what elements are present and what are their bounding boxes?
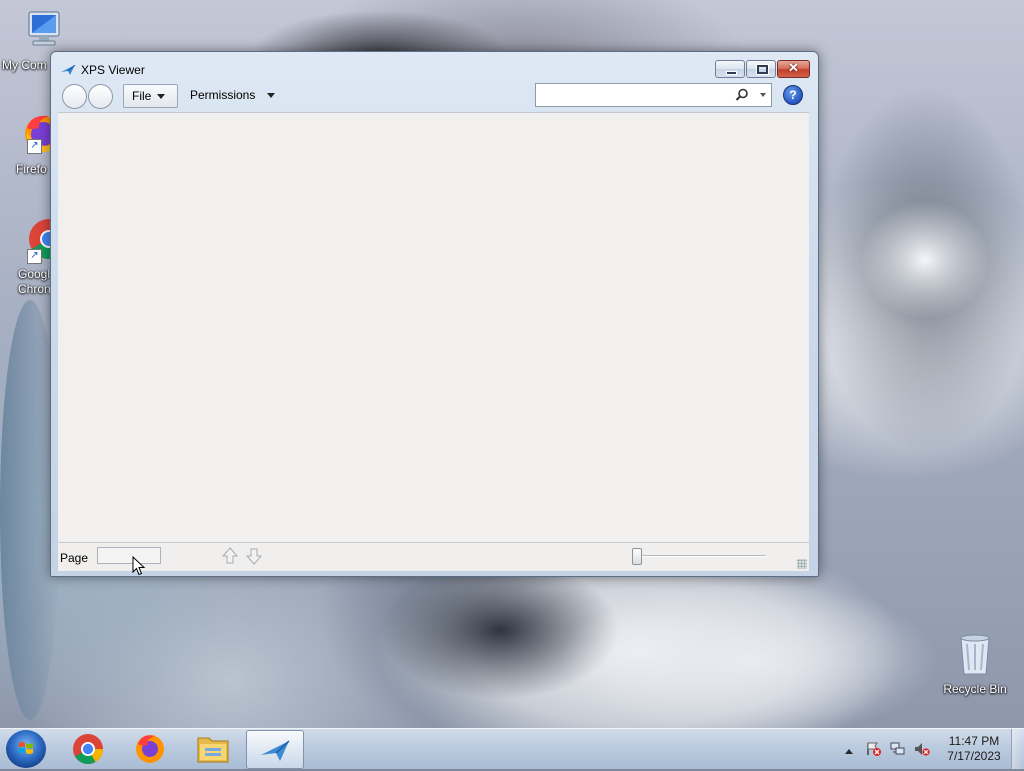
desktop-icon-label: Chron xyxy=(18,282,51,296)
desktop-icon-label: My Com xyxy=(2,58,47,72)
permissions-menu-button[interactable]: Permissions xyxy=(182,84,283,106)
maximize-icon xyxy=(756,64,769,75)
taskbar-chrome-button[interactable] xyxy=(60,730,116,767)
close-button[interactable]: ✕ xyxy=(777,60,810,78)
desktop-icon-label: Firefo xyxy=(16,162,47,176)
file-menu-button[interactable]: File xyxy=(123,84,178,108)
forward-button[interactable] xyxy=(88,84,113,109)
toolbar: File Permissions ? xyxy=(58,82,809,110)
xps-viewer-icon xyxy=(61,64,77,78)
xps-viewer-window[interactable]: XPS Viewer ✕ File Permissions ? Page xyxy=(50,51,819,577)
show-hidden-icons-icon[interactable] xyxy=(844,744,860,758)
computer-icon xyxy=(15,8,63,56)
mouse-cursor-icon xyxy=(132,556,146,576)
previous-page-button[interactable] xyxy=(221,546,239,566)
resize-grip[interactable] xyxy=(797,559,807,569)
clock-date: 7/17/2023 xyxy=(947,749,1001,763)
search-box[interactable] xyxy=(535,83,772,107)
search-icon[interactable] xyxy=(735,88,749,102)
network-icon[interactable] xyxy=(890,742,906,756)
chevron-down-icon xyxy=(157,94,166,100)
recycle-bin-icon xyxy=(951,630,999,678)
taskbar-explorer-button[interactable] xyxy=(185,730,241,767)
arrow-up-icon xyxy=(221,547,239,564)
desktop-icon-recycle-bin[interactable]: Recycle Bin xyxy=(940,630,1010,696)
window-title: XPS Viewer xyxy=(81,63,145,77)
chevron-down-icon xyxy=(267,93,276,99)
arrow-down-icon xyxy=(245,548,263,565)
taskbar-clock[interactable]: 11:47 PM 7/17/2023 xyxy=(944,734,1004,764)
start-button[interactable] xyxy=(6,730,46,768)
clock-time: 11:47 PM xyxy=(948,734,1000,748)
permissions-menu-label: Permissions xyxy=(190,88,256,102)
caption-buttons: ✕ xyxy=(714,60,810,78)
status-bar: Page xyxy=(58,542,809,571)
close-icon: ✕ xyxy=(788,60,799,75)
chrome-icon xyxy=(73,734,103,765)
firefox-icon xyxy=(136,735,164,763)
show-desktop-button[interactable] xyxy=(1011,729,1024,769)
page-number-input[interactable] xyxy=(97,547,161,564)
desktop-icon-label: Googl xyxy=(18,267,51,281)
file-explorer-icon xyxy=(197,737,229,763)
taskbar-firefox-button[interactable] xyxy=(122,730,178,767)
search-input[interactable] xyxy=(540,84,724,106)
shortcut-arrow-icon: ↗ xyxy=(27,139,42,154)
minimize-icon xyxy=(726,71,737,75)
back-button[interactable] xyxy=(62,84,87,109)
next-page-button[interactable] xyxy=(245,546,263,566)
search-dropdown-icon[interactable] xyxy=(760,93,766,97)
desktop-icon-label: Recycle Bin xyxy=(943,682,1007,696)
help-icon: ? xyxy=(789,88,797,102)
windows-logo-icon xyxy=(19,742,33,754)
file-menu-label: File xyxy=(132,89,152,103)
document-area[interactable] xyxy=(58,112,809,543)
page-label: Page xyxy=(60,551,89,565)
minimize-button[interactable] xyxy=(715,60,745,78)
xps-viewer-icon xyxy=(261,740,290,761)
volume-muted-icon[interactable] xyxy=(914,742,930,756)
zoom-slider-thumb[interactable] xyxy=(632,548,642,565)
zoom-slider-track[interactable] xyxy=(636,555,766,557)
title-bar[interactable]: XPS Viewer ✕ xyxy=(51,52,818,82)
help-button[interactable]: ? xyxy=(783,85,803,105)
action-center-icon[interactable] xyxy=(866,742,882,756)
shortcut-arrow-icon: ↗ xyxy=(27,249,42,264)
taskbar: 11:47 PM 7/17/2023 xyxy=(0,728,1024,769)
taskbar-xps-viewer-button[interactable] xyxy=(246,730,304,769)
maximize-button[interactable] xyxy=(746,60,776,78)
